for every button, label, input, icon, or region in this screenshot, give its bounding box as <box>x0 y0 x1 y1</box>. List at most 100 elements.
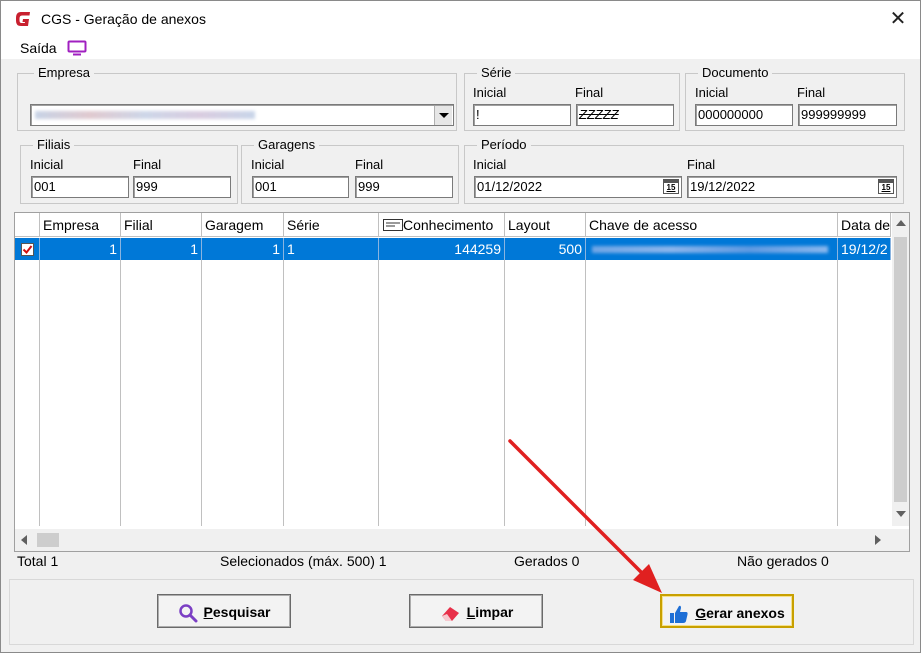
conhecimento-header-label: Conhecimento <box>403 217 494 233</box>
garagens-inicial-label: Inicial <box>251 157 285 172</box>
column-header-empresa[interactable]: Empresa <box>40 213 121 237</box>
calendar-day-label: 15 <box>666 183 676 192</box>
column-divider <box>39 260 40 526</box>
calendar-icon[interactable]: 15 <box>663 179 679 194</box>
empresa-legend: Empresa <box>34 65 95 81</box>
cell-layout: 500 <box>505 238 586 260</box>
documento-legend: Documento <box>698 65 773 81</box>
column-header-serie[interactable]: Série <box>284 213 379 237</box>
row-checkbox-cell[interactable] <box>15 238 40 260</box>
redacted-chave-value <box>592 246 828 253</box>
column-header-filial[interactable]: Filial <box>121 213 202 237</box>
limpar-mnemonic: L <box>466 604 476 620</box>
serie-group: Série Inicial Final ! ZZZZZ <box>464 65 680 131</box>
chevron-down-icon[interactable] <box>434 106 452 125</box>
column-header-layout[interactable]: Layout <box>505 213 586 237</box>
periodo-legend: Período <box>477 137 531 153</box>
thumbs-up-icon <box>670 606 688 624</box>
gerar-anexos-button[interactable]: Gerar anexos <box>660 594 794 628</box>
scroll-down-icon[interactable] <box>896 511 906 517</box>
filiais-legend: Filiais <box>33 137 75 153</box>
serie-final-label: Final <box>575 85 604 100</box>
limpar-label: impar <box>475 604 514 620</box>
serie-legend: Série <box>477 65 516 81</box>
column-divider <box>120 260 121 526</box>
cell-garagem: 1 <box>202 238 284 260</box>
periodo-inicial-input[interactable]: 01/12/2022 15 <box>474 176 682 198</box>
limpar-button[interactable]: Limpar <box>409 594 543 628</box>
eraser-icon <box>441 607 459 622</box>
garagens-group: Garagens Inicial Final 001 999 <box>241 137 459 204</box>
column-header-garagem[interactable]: Garagem <box>202 213 284 237</box>
column-divider <box>378 260 379 526</box>
pesquisar-mnemonic: P <box>203 604 213 620</box>
cgs-logo-icon <box>16 12 30 26</box>
column-header-select[interactable] <box>15 213 40 237</box>
garagens-final-input[interactable]: 999 <box>355 176 453 198</box>
garagens-final-label: Final <box>355 157 384 172</box>
documento-final-input[interactable]: 999999999 <box>798 104 897 126</box>
checkbox-checked-icon[interactable] <box>21 243 34 256</box>
documento-final-label: Final <box>797 85 826 100</box>
column-divider <box>585 260 586 526</box>
documento-inicial-input[interactable]: 000000000 <box>695 104 793 126</box>
column-divider <box>837 260 838 526</box>
filiais-group: Filiais Inicial Final 001 999 <box>20 137 238 204</box>
filiais-final-input[interactable]: 999 <box>133 176 231 198</box>
serie-inicial-label: Inicial <box>473 85 507 100</box>
cell-conhecimento: 144259 <box>379 238 505 260</box>
scroll-corner <box>892 529 909 551</box>
scroll-thumb-horizontal[interactable] <box>37 533 59 547</box>
document-icon <box>383 219 403 231</box>
scroll-up-icon[interactable] <box>896 220 906 226</box>
close-icon[interactable]: ✕ <box>886 7 910 31</box>
garagens-legend: Garagens <box>254 137 320 153</box>
column-divider <box>201 260 202 526</box>
garagens-inicial-input[interactable]: 001 <box>252 176 349 198</box>
cell-chave <box>586 238 838 260</box>
cell-serie: 1 <box>284 238 379 260</box>
status-gerados: Gerados 0 <box>514 553 580 569</box>
scroll-thumb-vertical[interactable] <box>894 237 907 502</box>
periodo-inicial-value: 01/12/2022 <box>477 179 543 194</box>
monitor-icon[interactable] <box>67 40 87 56</box>
periodo-inicial-label: Inicial <box>473 157 507 172</box>
periodo-final-value: 19/12/2022 <box>690 179 756 194</box>
column-header-conhecimento[interactable]: Conhecimento <box>379 213 505 237</box>
scroll-left-icon[interactable] <box>21 535 27 545</box>
serie-final-input[interactable]: ZZZZZ <box>576 104 674 126</box>
menu-saida[interactable]: Saída <box>20 40 57 56</box>
scroll-right-icon[interactable] <box>875 535 881 545</box>
status-bar: Total 1 Selecionados (máx. 500) 1 Gerado… <box>14 551 908 575</box>
pesquisar-button[interactable]: Pesquisar <box>157 594 291 628</box>
filiais-inicial-input[interactable]: 001 <box>31 176 129 198</box>
status-selecionados: Selecionados (máx. 500) 1 <box>220 553 387 569</box>
vertical-scrollbar[interactable] <box>892 213 909 526</box>
serie-inicial-input[interactable]: ! <box>473 104 571 126</box>
filiais-inicial-label: Inicial <box>30 157 64 172</box>
empresa-select[interactable] <box>30 104 454 126</box>
periodo-final-input[interactable]: 19/12/2022 15 <box>687 176 897 198</box>
cell-empresa: 1 <box>40 238 121 260</box>
calendar-icon[interactable]: 15 <box>878 179 894 194</box>
column-divider <box>283 260 284 526</box>
gerar-label: erar anexos <box>706 605 785 621</box>
status-total: Total 1 <box>17 553 59 569</box>
column-header-data[interactable]: Data de <box>838 213 891 237</box>
empresa-group: Empresa <box>17 65 457 131</box>
magnifier-icon <box>178 604 198 623</box>
gerar-mnemonic: G <box>695 605 707 621</box>
documento-group: Documento Inicial Final 000000000 999999… <box>685 65 905 131</box>
horizontal-scrollbar[interactable] <box>15 529 909 551</box>
results-grid[interactable]: Empresa Filial Garagem Série Conheciment… <box>14 212 910 552</box>
cell-filial: 1 <box>121 238 202 260</box>
cell-data: 19/12/2 <box>838 238 891 260</box>
pesquisar-label: esquisar <box>212 604 271 620</box>
status-nao-gerados: Não gerados 0 <box>737 553 829 569</box>
filiais-final-label: Final <box>133 157 162 172</box>
app-window: CGS - Geração de anexos ✕ Saída Empresa … <box>0 0 921 653</box>
calendar-day-label: 15 <box>881 183 891 192</box>
column-header-chave[interactable]: Chave de acesso <box>586 213 838 237</box>
periodo-final-label: Final <box>687 157 716 172</box>
menu-bar: Saída <box>1 37 920 59</box>
